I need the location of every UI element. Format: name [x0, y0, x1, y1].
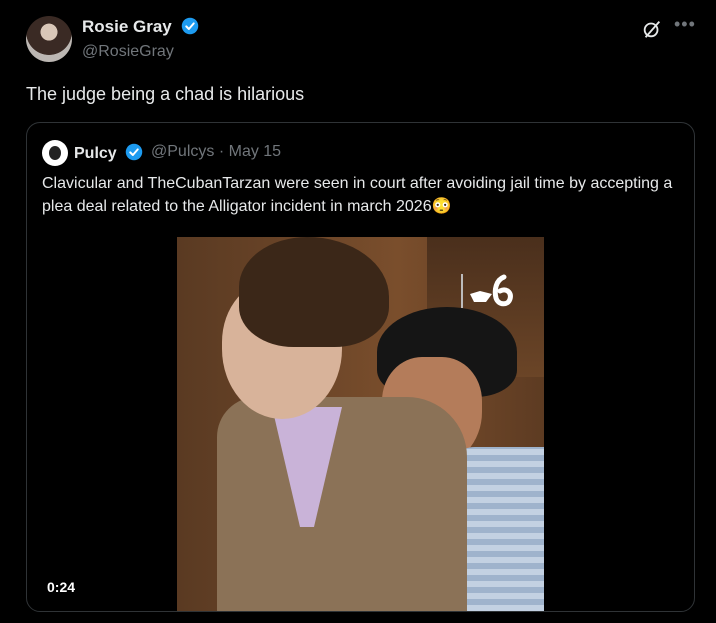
quoted-text: Clavicular and TheCubanTarzan were seen … — [42, 175, 673, 215]
video-person-left-hair — [239, 237, 389, 347]
verified-badge-icon — [181, 17, 198, 35]
author-name-text[interactable]: Rosie Gray — [82, 17, 172, 36]
tweet-avatar[interactable] — [26, 16, 72, 62]
verified-badge-icon — [125, 143, 143, 161]
author-handle[interactable]: @RosieGray — [82, 43, 174, 61]
more-icon[interactable]: ••• — [674, 14, 696, 35]
grok-icon[interactable] — [641, 18, 663, 40]
tweet-text: The judge being a chad is hilarious — [26, 84, 305, 104]
quoted-author-handle[interactable]: @Pulcys — [151, 143, 214, 160]
quoted-meta: @Pulcys · May 15 — [151, 143, 281, 161]
quoted-author-name-text[interactable]: Pulcy — [74, 145, 117, 162]
quoted-avatar[interactable] — [42, 140, 68, 166]
nbc6-logo-icon — [461, 274, 513, 308]
video-person-left-jacket — [217, 397, 467, 611]
video-timer: 0:24 — [47, 579, 76, 595]
quoted-tweet[interactable]: Pulcy @Pulcys · May 15 Clavicular and Th… — [26, 122, 695, 612]
meta-separator: · — [218, 143, 225, 160]
author-name[interactable]: Rosie Gray — [82, 17, 199, 37]
quoted-date[interactable]: May 15 — [229, 143, 281, 160]
quoted-author-name[interactable]: Pulcy — [74, 143, 143, 163]
video-player[interactable] — [177, 237, 544, 611]
